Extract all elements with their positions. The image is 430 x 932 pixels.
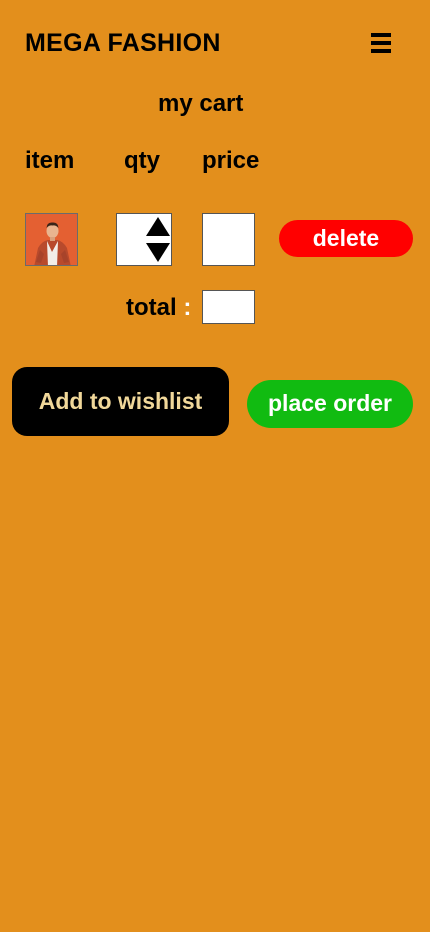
product-thumbnail[interactable] <box>25 213 78 266</box>
person-photo-icon <box>26 214 77 265</box>
column-header-item: item <box>25 147 75 174</box>
menu-bar <box>371 41 391 45</box>
brand-title: MEGA FASHION <box>25 29 221 57</box>
increment-arrow-icon[interactable] <box>146 217 170 236</box>
total-field[interactable] <box>202 290 255 324</box>
delete-button[interactable]: delete <box>279 220 413 257</box>
total-colon: : <box>183 294 192 321</box>
cart-page: MEGA FASHION my cart item qty price dele… <box>0 0 430 932</box>
column-header-price: price <box>202 147 260 174</box>
page-title: my cart <box>158 90 244 117</box>
decrement-arrow-icon[interactable] <box>146 243 170 262</box>
place-order-button[interactable]: place order <box>247 380 413 428</box>
hamburger-menu-icon[interactable] <box>371 31 393 54</box>
column-header-qty: qty <box>124 147 160 174</box>
quantity-stepper[interactable] <box>116 213 172 266</box>
price-field[interactable] <box>202 213 255 266</box>
add-to-wishlist-button[interactable]: Add to wishlist <box>12 367 229 436</box>
menu-bar <box>371 49 391 53</box>
total-text: total <box>126 294 177 321</box>
menu-bar <box>371 33 391 37</box>
total-label: total : <box>126 294 191 322</box>
